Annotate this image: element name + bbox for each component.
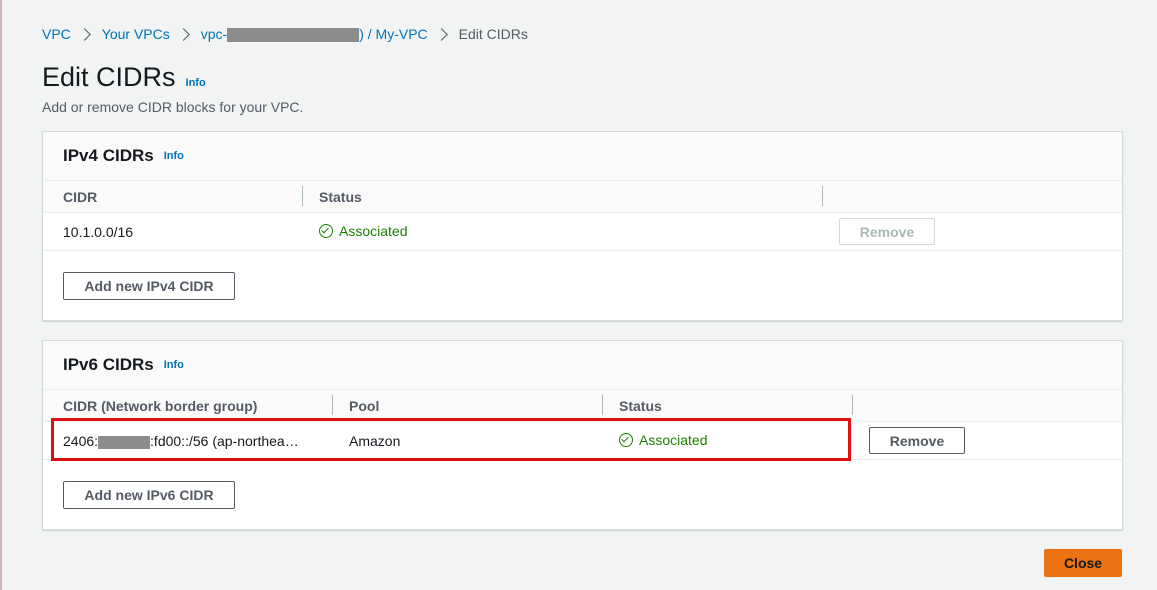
vpc-id-prefix: vpc- — [200, 25, 228, 42]
status-text: Associated — [339, 223, 408, 239]
breadcrumb: VPC Your VPCs vpc- ) / My-VPC Edit CIDRs — [42, 25, 528, 43]
breadcrumb-vpc[interactable]: VPC — [42, 26, 71, 42]
status-badge: Associated — [319, 223, 407, 239]
ipv6-col-status: Status — [619, 398, 662, 414]
remove-ipv4-button[interactable]: Remove — [839, 218, 935, 245]
ipv4-panel-title: IPv4 CIDRs — [63, 146, 154, 165]
page-description: Add or remove CIDR blocks for your VPC. — [42, 99, 304, 115]
column-divider[interactable] — [302, 186, 303, 206]
window-edge — [0, 0, 2, 590]
chevron-right-icon — [434, 27, 448, 41]
page-title: Edit CIDRs — [42, 62, 176, 92]
ipv4-table-header: CIDR Status — [43, 181, 1122, 213]
ipv4-panel-header: IPv4 CIDRs Info — [43, 132, 1122, 181]
column-divider[interactable] — [822, 186, 823, 206]
column-divider[interactable] — [852, 395, 853, 415]
add-ipv6-cidr-button[interactable]: Add new IPv6 CIDR — [63, 481, 235, 509]
redacted-vpc-id — [227, 28, 360, 43]
table-row: 10.1.0.0/16 Associated Remove — [43, 213, 1122, 251]
remove-ipv6-button[interactable]: Remove — [869, 427, 965, 454]
ipv6-col-pool: Pool — [349, 398, 380, 414]
chevron-right-icon — [77, 27, 91, 41]
ipv6-col-cidr: CIDR (Network border group) — [63, 398, 258, 414]
page-header: Edit CIDRs Info — [42, 62, 206, 93]
ipv6-info-link[interactable]: Info — [164, 359, 184, 371]
highlight-annotation-box — [51, 418, 851, 461]
chevron-right-icon — [176, 27, 190, 41]
ipv4-col-cidr: CIDR — [63, 189, 98, 205]
ipv4-info-link[interactable]: Info — [164, 150, 184, 162]
add-ipv4-cidr-button[interactable]: Add new IPv4 CIDR — [63, 272, 235, 300]
check-circle-icon — [319, 224, 333, 238]
ipv4-col-status: Status — [319, 189, 362, 205]
ipv6-panel-title: IPv6 CIDRs — [63, 355, 154, 374]
column-divider[interactable] — [332, 395, 333, 415]
breadcrumb-vpc-id[interactable]: vpc- ) / My-VPC — [200, 25, 428, 43]
vpc-id-suffix: ) / My-VPC — [359, 25, 428, 42]
ipv6-panel-header: IPv6 CIDRs Info — [43, 341, 1122, 390]
close-button[interactable]: Close — [1044, 549, 1122, 577]
breadcrumb-current: Edit CIDRs — [458, 26, 528, 42]
ipv4-cidr-value: 10.1.0.0/16 — [63, 224, 134, 240]
column-divider[interactable] — [602, 395, 603, 415]
breadcrumb-your-vpcs[interactable]: Your VPCs — [102, 26, 170, 42]
page-info-link[interactable]: Info — [186, 77, 206, 89]
ipv4-cidrs-panel: IPv4 CIDRs Info CIDR Status 10.1.0.0/16 … — [42, 131, 1123, 321]
